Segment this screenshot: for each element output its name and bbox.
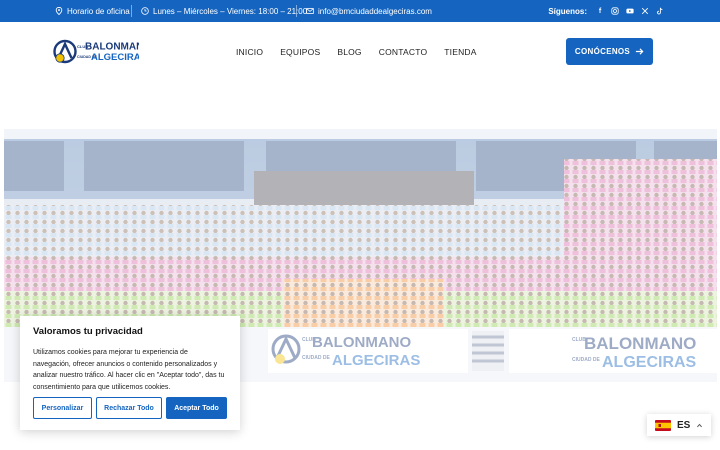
office-hours-item: Horario de oficina	[55, 0, 130, 22]
customize-button[interactable]: Personalizar	[33, 397, 92, 419]
office-hours-label: Horario de oficina	[67, 6, 130, 16]
conocenos-button[interactable]: CONÓCENOS	[566, 38, 653, 65]
cookie-consent-dialog: Valoramos tu privacidad Utilizamos cooki…	[20, 316, 240, 430]
main-header: CLUB BALONMANO CIUDAD DE ALGECIRAS INICI…	[0, 22, 720, 82]
arrow-right-icon	[635, 48, 644, 55]
email-item[interactable]: info@bmciudaddealgeciras.com	[306, 0, 432, 22]
nav-item-blog[interactable]: BLOG	[337, 47, 361, 57]
email-link[interactable]: info@bmciudaddealgeciras.com	[318, 7, 432, 16]
svg-text:CIUDAD DE: CIUDAD DE	[572, 357, 600, 363]
club-logo[interactable]: CLUB BALONMANO CIUDAD DE ALGECIRAS	[53, 39, 139, 65]
svg-text:BALONMANO: BALONMANO	[85, 42, 139, 53]
conocenos-label: CONÓCENOS	[574, 47, 631, 56]
cookie-title: Valoramos tu privacidad	[33, 326, 143, 337]
x-icon[interactable]	[641, 7, 649, 15]
facebook-icon[interactable]: f	[596, 7, 604, 15]
accept-all-button[interactable]: Aceptar Todo	[166, 397, 227, 419]
chevron-up-icon	[697, 423, 703, 427]
svg-text:ALGECIRAS: ALGECIRAS	[602, 354, 697, 371]
spain-flag-icon	[655, 419, 671, 431]
svg-text:ALGECIRAS: ALGECIRAS	[91, 52, 139, 63]
schedule-item: Lunes – Miércoles – Viernes: 18:00 – 21:…	[141, 0, 307, 22]
youtube-icon[interactable]	[626, 7, 634, 15]
schedule-text: Lunes – Miércoles – Viernes: 18:00 – 21:…	[153, 6, 308, 16]
svg-text:ALGECIRAS: ALGECIRAS	[332, 352, 420, 369]
main-navigation: INICIO EQUIPOS BLOG CONTACTO TIENDA	[236, 44, 477, 60]
clock-icon	[141, 7, 149, 15]
instagram-icon[interactable]	[611, 7, 619, 15]
tiktok-icon[interactable]	[656, 7, 664, 15]
location-pin-icon	[55, 7, 63, 15]
language-switcher[interactable]: ES	[647, 414, 711, 436]
cookie-body-text: Utilizamos cookies para mejorar tu exper…	[33, 349, 225, 391]
reject-all-button[interactable]: Rechazar Todo	[96, 397, 162, 419]
social-links: Síguenos: f	[548, 0, 664, 22]
envelope-icon	[306, 8, 314, 14]
follow-label: Síguenos:	[548, 6, 587, 16]
svg-text:CIUDAD DE: CIUDAD DE	[302, 355, 330, 361]
nav-item-contacto[interactable]: CONTACTO	[379, 47, 428, 57]
nav-item-equipos[interactable]: EQUIPOS	[280, 47, 320, 57]
svg-text:BALONMANO: BALONMANO	[312, 334, 411, 351]
cookie-buttons: Personalizar Rechazar Todo Aceptar Todo	[33, 397, 227, 419]
top-info-bar: Horario de oficina Lunes – Miércoles – V…	[0, 0, 720, 22]
language-code: ES	[677, 419, 691, 431]
nav-item-tienda[interactable]: TIENDA	[444, 47, 476, 57]
nav-item-inicio[interactable]: INICIO	[236, 47, 263, 57]
svg-text:BALONMANO: BALONMANO	[584, 334, 696, 353]
